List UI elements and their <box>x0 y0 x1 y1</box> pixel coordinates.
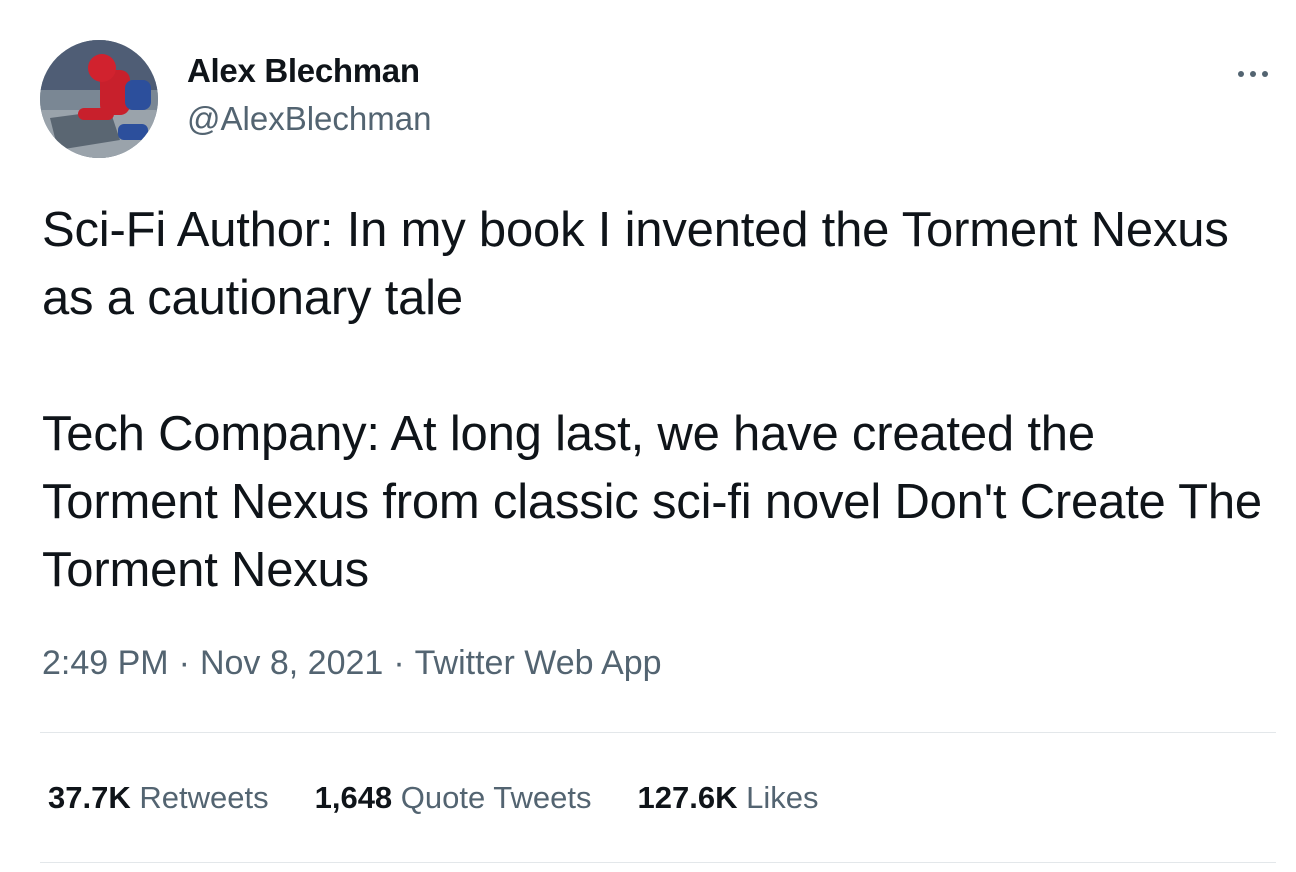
tweet-date[interactable]: Nov 8, 2021 <box>200 644 383 682</box>
divider <box>40 862 1276 863</box>
tweet-stats: 37.7K Retweets 1,648 Quote Tweets 127.6K… <box>48 780 864 816</box>
tweet-card: Alex Blechman @AlexBlechman Sci-Fi Autho… <box>0 0 1296 872</box>
retweets-label: Retweets <box>139 780 269 815</box>
likes-count: 127.6K <box>637 780 738 815</box>
tweet-metadata: 2:49 PM · Nov 8, 2021 · Twitter Web App <box>42 644 662 683</box>
quote-tweets-stat[interactable]: 1,648 Quote Tweets <box>315 780 592 816</box>
tweet-text: Sci-Fi Author: In my book I invented the… <box>42 196 1272 604</box>
avatar-image <box>40 40 158 158</box>
more-options-button[interactable] <box>1226 58 1280 90</box>
retweets-count: 37.7K <box>48 780 131 815</box>
likes-stat[interactable]: 127.6K Likes <box>638 780 819 816</box>
likes-label: Likes <box>746 780 819 815</box>
author-name[interactable]: Alex Blechman <box>187 52 420 90</box>
tweet-source[interactable]: Twitter Web App <box>415 644 662 682</box>
tweet-time[interactable]: 2:49 PM <box>42 644 169 682</box>
divider <box>40 732 1276 733</box>
meta-separator: · <box>178 644 190 682</box>
quote-tweets-count: 1,648 <box>314 780 393 815</box>
more-horizontal-icon <box>1235 71 1271 77</box>
avatar[interactable] <box>40 40 158 158</box>
tweet-paragraph: Sci-Fi Author: In my book I invented the… <box>42 203 1229 325</box>
quote-tweets-label: Quote Tweets <box>400 780 592 815</box>
retweets-stat[interactable]: 37.7K Retweets <box>48 780 269 816</box>
author-handle[interactable]: @AlexBlechman <box>187 100 431 138</box>
meta-separator: · <box>393 644 405 682</box>
tweet-paragraph: Tech Company: At long last, we have crea… <box>42 407 1262 597</box>
